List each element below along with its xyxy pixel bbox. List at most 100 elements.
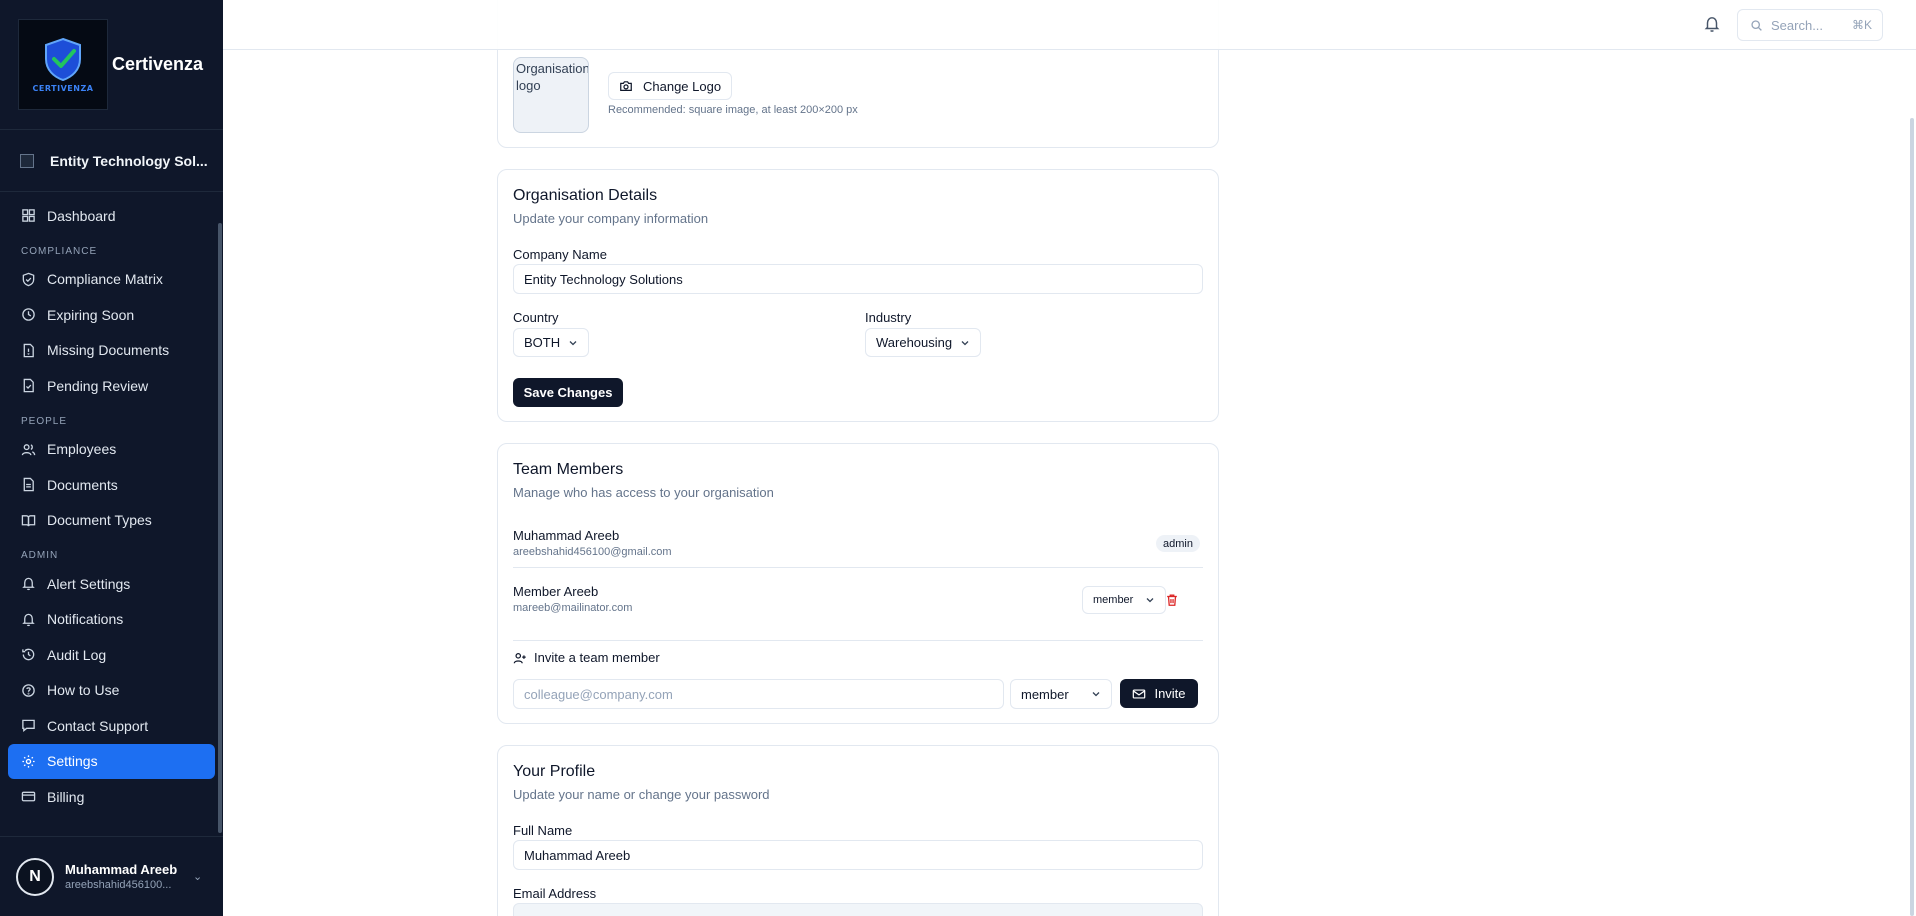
sidebar-item-contact-support[interactable]: Contact Support [8, 708, 215, 744]
invite-title-text: Invite a team member [534, 650, 660, 665]
save-changes-button[interactable]: Save Changes [513, 378, 623, 407]
country-value: BOTH [524, 335, 561, 350]
sidebar-item-notifications[interactable]: Notifications [8, 602, 215, 638]
sidebar-item-label: Document Types [47, 512, 152, 529]
list-item: Muhammad Areeb areebshahid456100@gmail.c… [513, 528, 672, 558]
email-address-label: Email Address [513, 886, 597, 901]
gear-icon [22, 755, 35, 768]
sidebar-item-label: Compliance Matrix [47, 271, 163, 288]
full-name-field[interactable]: Muhammad Areeb [513, 840, 1203, 870]
trash-icon[interactable] [1165, 593, 1179, 607]
sidebar-item-compliance-matrix[interactable]: Compliance Matrix [8, 262, 215, 298]
brand-logo: CERTIVENZA [18, 19, 108, 110]
main-scrollbar[interactable] [1910, 118, 1914, 916]
member-role-select[interactable]: member [1082, 586, 1167, 614]
team-members-card: Team Members Manage who has access to yo… [497, 443, 1219, 724]
card-title: Organisation Details [513, 187, 658, 204]
search-shortcut: ⌘K [1851, 18, 1872, 32]
invite-button[interactable]: Invite [1120, 679, 1198, 708]
bell-icon [22, 613, 35, 626]
member-name: Muhammad Areeb [513, 528, 620, 543]
search-placeholder: Search... [1771, 17, 1824, 33]
sidebar-item-label: Employees [47, 441, 117, 458]
industry-value: Warehousing [876, 335, 953, 350]
industry-select[interactable]: Warehousing [865, 328, 982, 357]
avatar: N [16, 857, 54, 896]
user-plus-icon [513, 652, 526, 663]
change-logo-button[interactable]: Change Logo [608, 72, 733, 100]
top-bar: Search... ⌘K [223, 0, 1916, 50]
country-select[interactable]: BOTH [513, 328, 590, 357]
sidebar-item-employees[interactable]: Employees [8, 432, 215, 468]
sidebar-item-label: Alert Settings [47, 575, 131, 592]
user-menu[interactable]: N Muhammad Areeb areebshahid456100... ⌄ [0, 836, 223, 916]
card-subtitle: Manage who has access to your organisati… [513, 485, 774, 500]
member-name: Member Areeb [513, 584, 599, 599]
sidebar-item-label: Missing Documents [47, 342, 170, 359]
sidebar-item-expiring-soon[interactable]: Expiring Soon [8, 297, 215, 333]
sidebar-item-missing-documents[interactable]: Missing Documents [8, 333, 215, 369]
camera-icon [620, 81, 632, 91]
sidebar-item-alert-settings[interactable]: Alert Settings [8, 566, 215, 602]
full-name-label: Full Name [513, 823, 573, 838]
invite-email-input[interactable]: colleague@company.com [513, 679, 1004, 709]
sidebar-item-documents[interactable]: Documents [8, 467, 215, 503]
credit-card-icon [21, 791, 36, 802]
full-name-value: Muhammad Areeb [524, 847, 631, 863]
main-content: Organisation logo Change Logo Recommende… [223, 0, 1916, 916]
sidebar-item-label: Billing [47, 788, 85, 805]
file-text-icon [23, 478, 34, 492]
sidebar-scrollbar[interactable] [218, 223, 222, 833]
clock-icon [22, 308, 35, 322]
member-email: mareeb@mailinator.com [513, 602, 633, 614]
invite-title: Invite a team member [513, 650, 660, 665]
org-switcher[interactable]: Entity Technology Sol... [0, 130, 223, 192]
nav-section-compliance: COMPLIANCE [21, 245, 98, 257]
sidebar-item-label: Notifications [47, 611, 124, 628]
notifications-bell-icon[interactable] [1703, 15, 1721, 33]
brand-logo-text: CERTIVENZA [32, 84, 94, 93]
org-image-icon [20, 153, 34, 168]
invite-email-placeholder: colleague@company.com [524, 686, 673, 702]
sidebar-item-settings[interactable]: Settings [8, 743, 215, 779]
company-name-field[interactable]: Entity Technology Solutions [513, 264, 1203, 294]
sidebar-item-label: Audit Log [47, 646, 107, 663]
invite-button-label: Invite [1154, 686, 1186, 701]
org-logo-image: Organisation logo [513, 57, 589, 133]
divider [513, 640, 1203, 641]
search-icon [1751, 19, 1762, 31]
user-name: Muhammad Areeb [65, 862, 178, 877]
users-icon [21, 443, 36, 456]
sidebar-item-document-types[interactable]: Document Types [8, 503, 215, 539]
sidebar-item-audit-log[interactable]: Audit Log [8, 637, 215, 673]
sidebar-item-label: Documents [47, 476, 118, 493]
mail-icon [1133, 688, 1146, 699]
user-email: areebshahid456100... [65, 879, 172, 891]
member-email: areebshahid456100@gmail.com [513, 546, 672, 558]
email-address-field[interactable] [513, 903, 1203, 916]
divider [513, 567, 1203, 568]
invite-role-select[interactable]: member [1010, 679, 1112, 709]
role-badge: admin [1156, 535, 1200, 552]
sidebar-item-dashboard[interactable]: Dashboard [8, 198, 215, 234]
sidebar-item-label: Settings [47, 753, 98, 770]
list-item: Member Areeb mareeb@mailinator.com [513, 584, 632, 614]
search-input[interactable]: Search... ⌘K [1737, 9, 1883, 41]
card-subtitle: Update your name or change your password [513, 787, 770, 802]
org-logo-alt-text: Organisation logo [516, 61, 589, 93]
profile-card: Your Profile Update your name or change … [497, 745, 1219, 916]
brand-name: Certivenza [112, 54, 204, 74]
member-role-value: member [1093, 594, 1134, 606]
sidebar-item-label: Pending Review [47, 377, 149, 394]
history-icon [22, 648, 35, 661]
sidebar-item-pending-review[interactable]: Pending Review [8, 368, 215, 404]
shield-check-logo-icon [45, 37, 81, 82]
help-circle-icon [22, 683, 35, 697]
sidebar-item-billing[interactable]: Billing [8, 779, 215, 815]
dashboard-icon [22, 209, 35, 223]
sidebar-item-how-to-use[interactable]: How to Use [8, 673, 215, 709]
user-info: Muhammad Areeb areebshahid456100... [65, 862, 185, 891]
country-label: Country [513, 310, 559, 325]
app-root: CERTIVENZA Certivenza Entity Technology … [0, 0, 1916, 916]
shield-icon [22, 272, 35, 287]
